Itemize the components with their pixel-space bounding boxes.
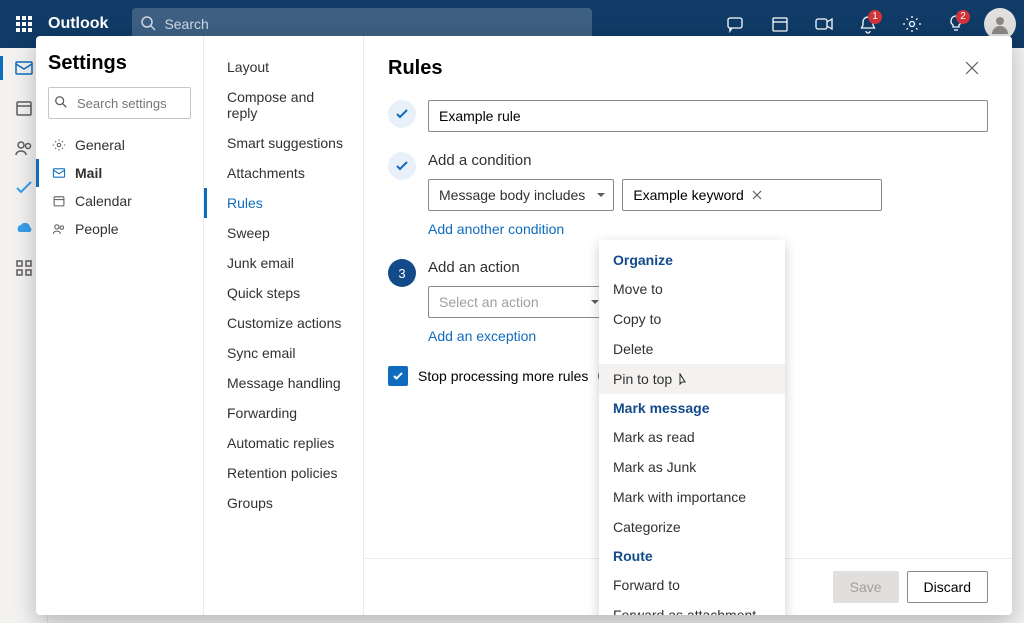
subnav-item[interactable]: Automatic replies	[204, 428, 363, 458]
rail-people-icon[interactable]	[12, 136, 36, 160]
menu-item[interactable]: Move to	[599, 274, 785, 304]
people-icon	[51, 221, 67, 237]
subnav-item[interactable]: Message handling	[204, 368, 363, 398]
subnav-item[interactable]: Sync email	[204, 338, 363, 368]
gear-icon	[51, 137, 67, 153]
nav-calendar[interactable]: Calendar	[36, 187, 191, 215]
action-dropdown-menu: OrganizeMove toCopy toDeletePin to topMa…	[599, 240, 785, 615]
mail-icon	[51, 165, 67, 181]
calendar-icon	[51, 193, 67, 209]
menu-item[interactable]: Mark as Junk	[599, 452, 785, 482]
subnav-item[interactable]: Groups	[204, 488, 363, 518]
subnav-item[interactable]: Retention policies	[204, 458, 363, 488]
stop-processing-checkbox[interactable]	[388, 366, 408, 386]
step-3-badge: 3	[388, 259, 416, 287]
rule-name-input[interactable]	[428, 100, 988, 132]
menu-group-title: Route	[599, 542, 785, 570]
notifications-badge: 1	[868, 10, 882, 24]
subnav-item[interactable]: Forwarding	[204, 398, 363, 428]
subnav-item[interactable]: Layout	[204, 52, 363, 82]
nav-mail[interactable]: Mail	[36, 159, 191, 187]
nav-label: General	[75, 137, 125, 153]
menu-item[interactable]: Forward to	[599, 570, 785, 600]
menu-item[interactable]: Pin to top	[599, 364, 785, 394]
menu-item[interactable]: Copy to	[599, 304, 785, 334]
subnav-item[interactable]: Smart suggestions	[204, 128, 363, 158]
subnav-item[interactable]: Quick steps	[204, 278, 363, 308]
rail-mail-icon[interactable]	[12, 56, 36, 80]
step-1-badge	[388, 100, 416, 128]
close-button[interactable]	[956, 52, 988, 84]
subnav-item[interactable]: Customize actions	[204, 308, 363, 338]
condition-label: Add a condition	[428, 152, 988, 169]
settings-search-input[interactable]	[48, 87, 191, 119]
menu-item[interactable]: Forward as attachment	[599, 600, 785, 615]
rail-todo-icon[interactable]	[12, 176, 36, 200]
rail-apps-icon[interactable]	[12, 256, 36, 280]
rail-calendar-icon[interactable]	[12, 96, 36, 120]
condition-value-chip[interactable]: Example keyword	[622, 179, 882, 211]
step-2-badge	[388, 152, 416, 180]
condition-dropdown[interactable]: Message body includes	[428, 179, 614, 211]
subnav-item[interactable]: Compose and reply	[204, 82, 363, 128]
subnav-item[interactable]: Rules	[204, 188, 363, 218]
menu-item[interactable]: Mark with importance	[599, 482, 785, 512]
rail-onedrive-icon[interactable]	[12, 216, 36, 240]
search-icon	[140, 15, 156, 31]
nav-label: People	[75, 221, 119, 237]
subnav-item[interactable]: Sweep	[204, 218, 363, 248]
settings-title: Settings	[48, 52, 191, 75]
menu-item[interactable]: Delete	[599, 334, 785, 364]
action-dropdown[interactable]: Select an action	[428, 286, 608, 318]
subnav-item[interactable]: Attachments	[204, 158, 363, 188]
chip-label: Example keyword	[633, 187, 744, 203]
menu-group-title: Organize	[599, 246, 785, 274]
discard-button[interactable]: Discard	[907, 571, 988, 603]
subnav-item[interactable]: Junk email	[204, 248, 363, 278]
brand-label: Outlook	[48, 15, 108, 33]
nav-label: Calendar	[75, 193, 132, 209]
app-launcher-icon[interactable]	[8, 8, 40, 40]
page-title: Rules	[388, 57, 442, 80]
add-condition-link[interactable]: Add another condition	[428, 221, 564, 237]
nav-people[interactable]: People	[36, 215, 191, 243]
menu-item[interactable]: Categorize	[599, 512, 785, 542]
search-icon	[54, 95, 68, 109]
menu-item[interactable]: Mark as read	[599, 422, 785, 452]
stop-processing-label: Stop processing more rules	[418, 368, 588, 384]
nav-label: Mail	[75, 165, 102, 181]
add-exception-link[interactable]: Add an exception	[428, 328, 536, 344]
save-button[interactable]: Save	[833, 571, 899, 603]
tips-badge: 2	[956, 10, 970, 24]
settings-dialog: Settings General Mail Calendar People La…	[36, 36, 1012, 615]
remove-chip-icon[interactable]	[752, 187, 762, 203]
nav-general[interactable]: General	[36, 131, 191, 159]
menu-group-title: Mark message	[599, 394, 785, 422]
